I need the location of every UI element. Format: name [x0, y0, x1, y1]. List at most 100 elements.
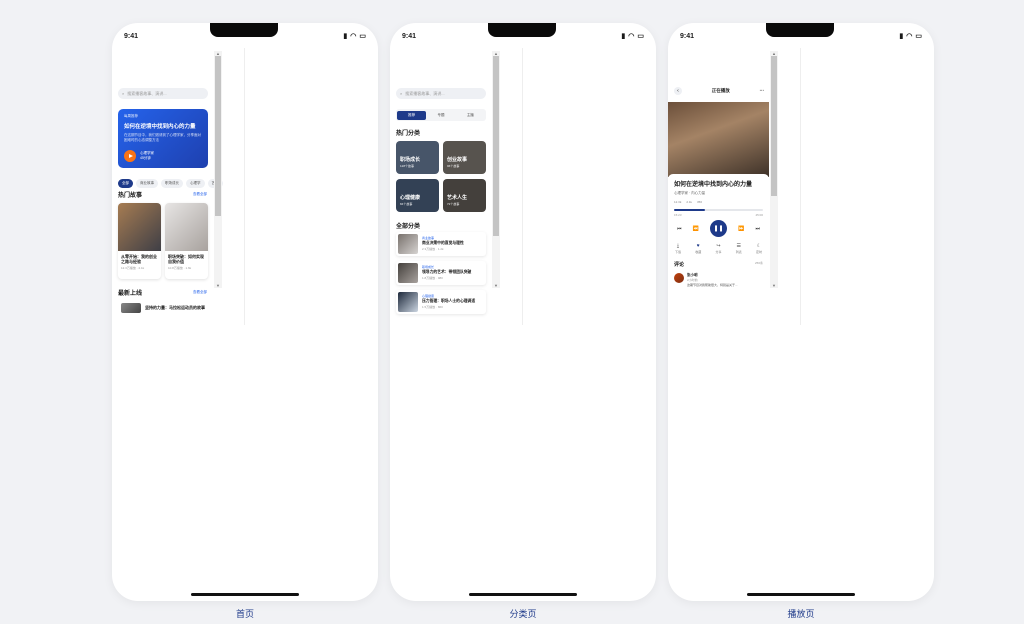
category-tile[interactable]: 职场成长 128个故事 [396, 141, 439, 174]
status-time: 9:41 [680, 32, 695, 40]
story-title: 从零开始：我的创业之路与经验 [121, 254, 157, 265]
player-nav: ‹ 正在播放 ⋯ [674, 86, 764, 96]
comment-item: 张小明 2小时前 这期节目对我帮助很大，特别是关于... [674, 273, 763, 287]
share-button[interactable]: ↪ 分享 [715, 243, 721, 254]
story-title: 职场突破：如何实现自我价值 [168, 254, 204, 265]
chip[interactable]: 职场成长 [161, 179, 183, 188]
heart-icon: ♥ [696, 243, 700, 249]
hero-desc: 在这期节目中，我们邀请到了心理学家，分享面对困难时的心态调整方法 [124, 133, 201, 142]
tile-name: 创业故事 [447, 157, 468, 163]
episode-title: 如何在逆境中找到内心的力量 [674, 182, 753, 188]
rewind-icon[interactable]: ⏪ [693, 226, 699, 232]
time-row: 15:23 45:00 [674, 213, 763, 217]
scroll-down-icon[interactable]: ▼ [772, 283, 776, 288]
comments-title: 评论 [674, 262, 685, 268]
list-item[interactable]: 职场成长 领导力的艺术：带领团队突破 1.8万播放 · 980 [396, 261, 486, 285]
scroll-down-icon[interactable]: ▼ [494, 283, 498, 288]
wifi-icon: ◠ [350, 33, 357, 40]
list-icon: ☰ [736, 243, 741, 249]
story-meta: 12.3万播放 · 2.1k [121, 266, 145, 271]
featured-banner[interactable]: 每周推荐 如何在逆境中找到内心的力量 在这期节目中，我们邀请到了心理学家，分享面… [118, 109, 208, 168]
player-nav-title: 正在播放 [711, 88, 730, 93]
seg-item[interactable]: 专题 [426, 111, 455, 120]
story-card[interactable]: 职场突破：如何实现自我价值 10.8万播放 · 1.6k [165, 203, 208, 279]
share-icon: ↪ [716, 243, 721, 249]
download-button[interactable]: ⤓ 下载 [675, 243, 681, 254]
caption-player: 播放页 [787, 609, 815, 619]
list-meta: 1.5万播放 · 860 [422, 305, 443, 309]
player-card: 如何在逆境中找到内心的力量 心理学家 · 内心力量 12.3k 2.1k 356… [668, 174, 769, 325]
skip-previous-icon[interactable]: ⏮ [677, 226, 682, 232]
category-tile[interactable]: 艺术人生 72个故事 [443, 179, 486, 212]
play-icon[interactable] [124, 150, 136, 162]
comments-count: 256条 [754, 261, 763, 265]
action-label: 定时 [755, 250, 762, 254]
category-chips: 全部 商业故事 职场成长 心理学 艺术 [118, 179, 223, 188]
category-tile[interactable]: 创业故事 96个故事 [443, 141, 486, 174]
search-input[interactable]: ⌕ 搜索播客故事、演讲... [396, 88, 486, 99]
chip[interactable]: 全部 [118, 179, 133, 188]
list-thumb [398, 292, 418, 312]
search-input[interactable]: ⌕ 搜索播客故事、演讲... [118, 88, 208, 99]
hero-title: 如何在逆境中找到内心的力量 [124, 124, 196, 130]
scroll-down-icon[interactable]: ▼ [216, 283, 220, 288]
comments-header: 评论 256条 [674, 261, 763, 268]
hero-duration: 45分钟 [140, 156, 151, 161]
list-tag: 职场成长 [422, 265, 435, 269]
scrollbar[interactable]: ▲ ▼ [770, 51, 778, 288]
caption-home: 首页 [235, 609, 254, 619]
wifi-icon: ◠ [906, 33, 913, 40]
pause-button[interactable]: ❚❚ [710, 220, 727, 237]
story-card[interactable]: 从零开始：我的创业之路与经验 12.3万播放 · 2.1k [118, 203, 161, 279]
seg-item[interactable]: 主播 [456, 111, 485, 120]
action-label: 列表 [735, 250, 742, 254]
chip[interactable]: 心理学 [186, 179, 205, 188]
skip-next-icon[interactable]: ⏭ [755, 226, 760, 232]
progress-bar[interactable] [674, 209, 763, 211]
story-image [165, 203, 208, 251]
status-bar: 9:41 ▮ ◠ ▭ [680, 31, 922, 41]
seg-item[interactable]: 推荐 [397, 110, 427, 120]
status-bar: 9:41 ▮ ◠ ▭ [124, 31, 366, 41]
view-all-link[interactable]: 查看全部 [193, 192, 207, 197]
status-bar: 9:41 ▮ ◠ ▭ [402, 31, 644, 41]
category-tile[interactable]: 心理健康 84个故事 [396, 179, 439, 212]
list-item[interactable]: 商业故事 商业决策中的直觉与理性 2.3万播放 · 1.2k [396, 232, 486, 256]
tile-count: 96个故事 [447, 164, 460, 168]
play-count: 12.3k [674, 200, 682, 204]
wifi-icon: ◠ [628, 33, 635, 40]
scroll-thumb[interactable] [215, 56, 221, 216]
chip[interactable]: 商业故事 [136, 179, 158, 188]
scrollbar[interactable]: ▲ ▼ [492, 51, 500, 288]
player-screen: ‹ 正在播放 ⋯ 如何在逆境中找到内心的力量 心理学家 · 内心力量 12.3k… [668, 48, 801, 325]
battery-icon: ▭ [359, 33, 366, 40]
list-title: 商业决策中的直觉与理性 [422, 241, 464, 245]
search-icon: ⌕ [400, 91, 403, 96]
list-item[interactable]: 坚持的力量：马拉松运动员的故事 [121, 303, 205, 313]
time-current: 15:23 [674, 213, 682, 217]
scroll-thumb[interactable] [771, 56, 777, 196]
caption-category: 分类页 [509, 609, 537, 619]
list-item[interactable]: 心理健康 压力管理：职场人士的心理调适 1.5万播放 · 860 [396, 290, 486, 314]
forward-icon[interactable]: ⏩ [738, 226, 744, 232]
list-thumb [398, 263, 418, 283]
favorite-button[interactable]: ♥ 收藏 [695, 243, 701, 254]
episode-stats: 12.3k 2.1k 356 [674, 200, 763, 204]
playlist-button[interactable]: ☰ 列表 [736, 243, 742, 254]
moon-icon: ☾ [756, 243, 762, 249]
phone-player: 9:41 ▮ ◠ ▭ ‹ 正在播放 ⋯ 如何在逆境中找到内心的力量 心理学家 ·… [668, 23, 934, 601]
view-all-link[interactable]: 查看全部 [193, 290, 207, 295]
tile-name: 职场成长 [400, 157, 421, 163]
scroll-thumb[interactable] [493, 56, 499, 236]
search-placeholder: 搜索播客故事、演讲... [127, 90, 167, 96]
hot-categories-title: 热门分类 [396, 131, 421, 137]
hot-stories-title: 热门故事 [118, 193, 143, 199]
comment-text: 这期节目对我帮助很大，特别是关于... [687, 283, 738, 287]
status-time: 9:41 [124, 32, 139, 40]
more-icon[interactable]: ⋯ [760, 88, 765, 94]
status-time: 9:41 [402, 32, 417, 40]
new-releases-title: 最新上线 [118, 291, 143, 297]
scrollbar[interactable]: ▲ ▼ [214, 51, 222, 288]
timer-button[interactable]: ☾ 定时 [756, 243, 762, 254]
back-icon[interactable]: ‹ [674, 87, 682, 95]
